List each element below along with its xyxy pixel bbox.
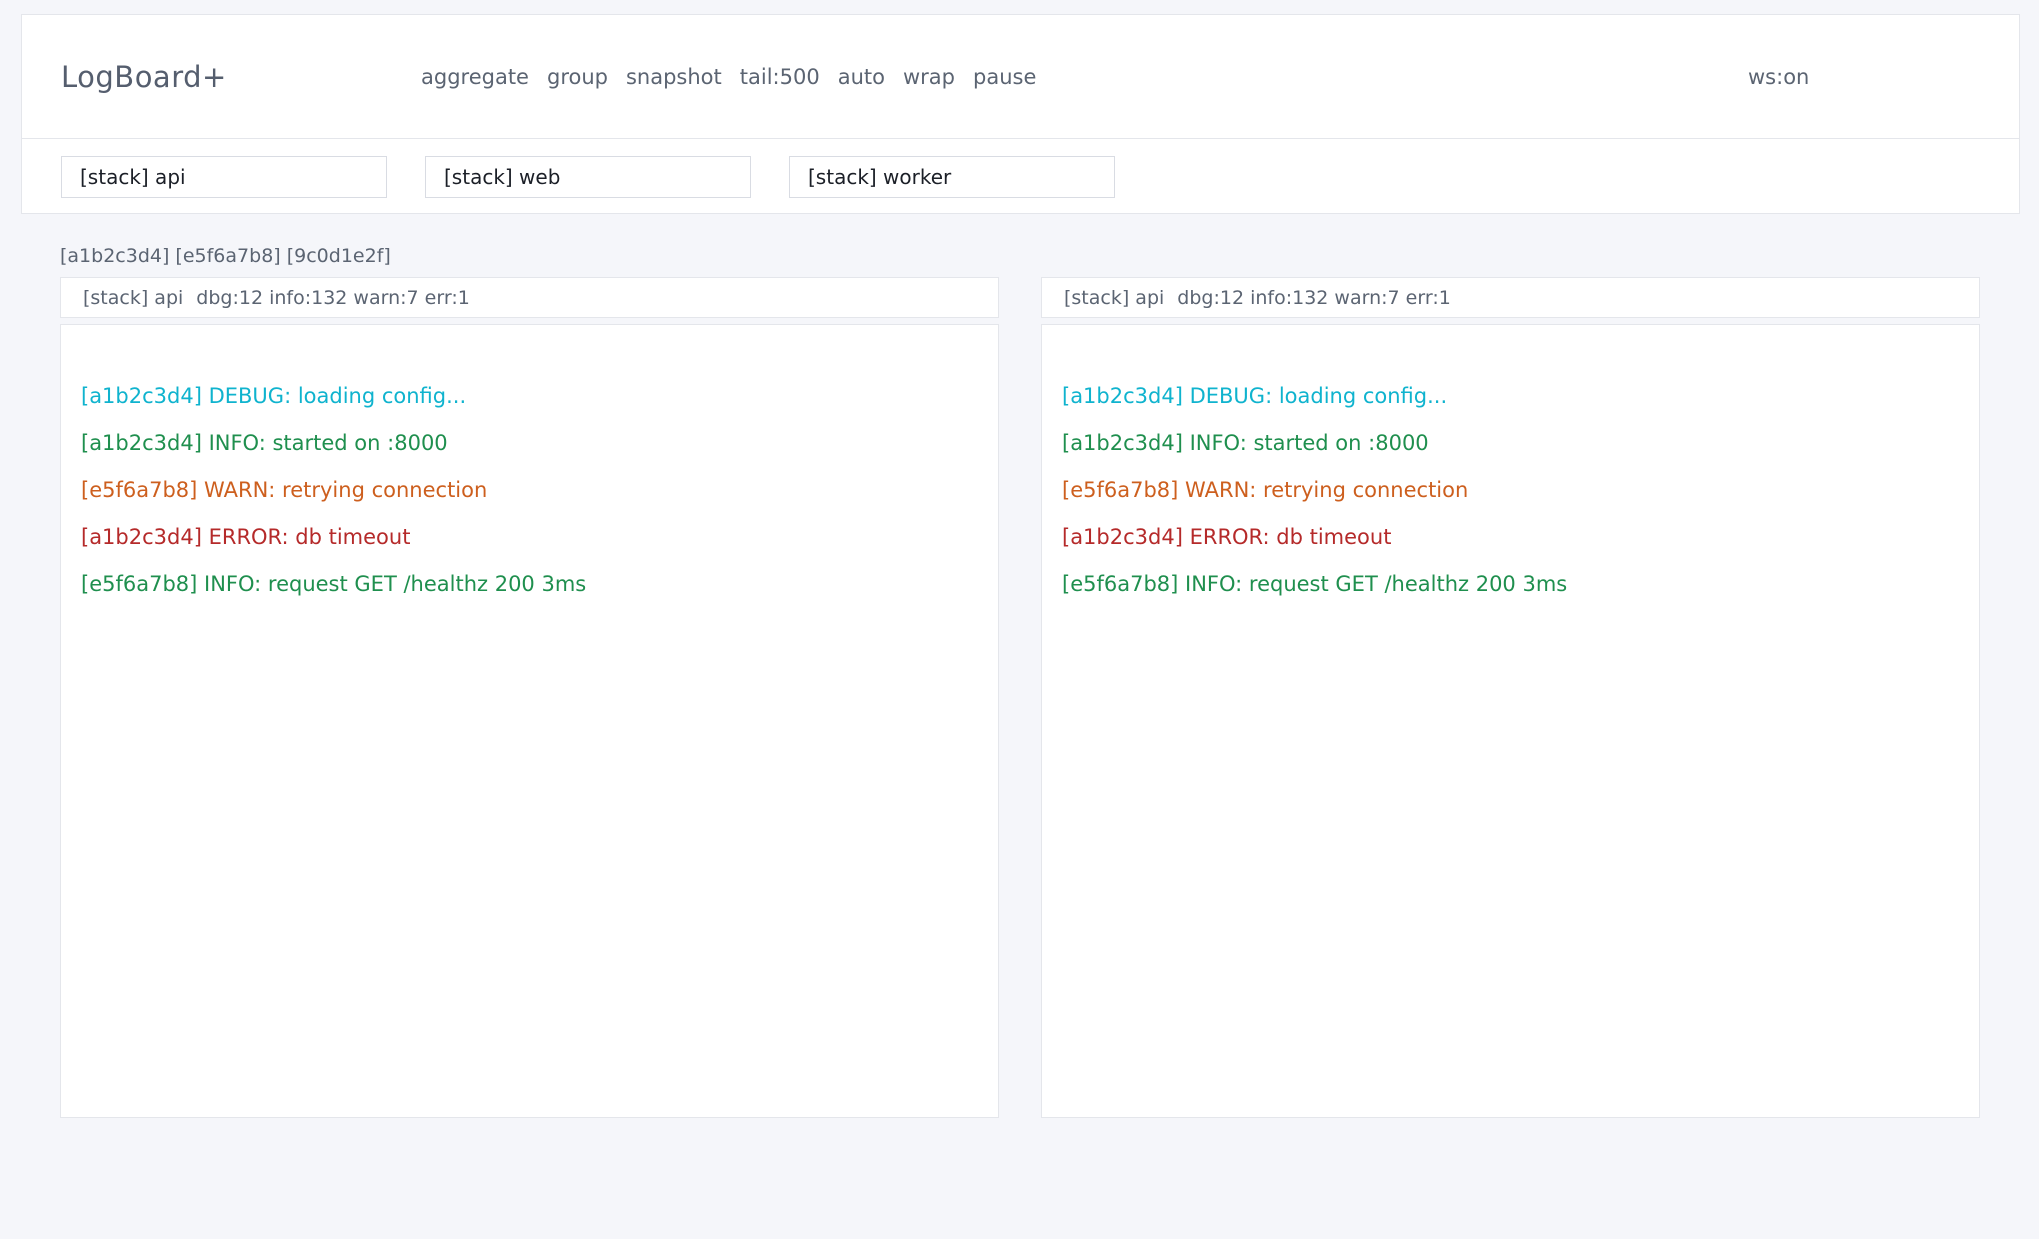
panel-header: [stack] api dbg:12 info:132 warn:7 err:1 — [60, 277, 999, 318]
toolbar-item-tail[interactable]: tail:500 — [740, 65, 820, 89]
log-line: [a1b2c3d4] INFO: started on :8000 — [1062, 420, 1959, 467]
panel-header: [stack] api dbg:12 info:132 warn:7 err:1 — [1041, 277, 1980, 318]
toolbar-item-group[interactable]: group — [547, 65, 608, 89]
log-line: [e5f6a7b8] WARN: retrying connection — [81, 467, 978, 514]
top-card: LogBoard+ aggregate group snapshot tail:… — [21, 14, 2020, 214]
toolbar-item-snapshot[interactable]: snapshot — [626, 65, 722, 89]
app-header: LogBoard+ aggregate group snapshot tail:… — [22, 15, 2019, 138]
filter-input-web[interactable] — [425, 156, 751, 198]
toolbar: aggregate group snapshot tail:500 auto w… — [421, 65, 1748, 89]
log-panel-right: [stack] api dbg:12 info:132 warn:7 err:1… — [1041, 277, 1980, 1118]
panel-level-counts: dbg:12 info:132 warn:7 err:1 — [196, 287, 470, 309]
log-panel-left: [stack] api dbg:12 info:132 warn:7 err:1… — [60, 277, 999, 1118]
toolbar-item-wrap[interactable]: wrap — [903, 65, 955, 89]
filter-input-api[interactable] — [61, 156, 387, 198]
log-line: [a1b2c3d4] ERROR: db timeout — [81, 514, 978, 561]
log-line: [e5f6a7b8] INFO: request GET /healthz 20… — [81, 561, 978, 608]
log-line: [a1b2c3d4] DEBUG: loading config... — [1062, 373, 1959, 420]
log-line: [e5f6a7b8] WARN: retrying connection — [1062, 467, 1959, 514]
toolbar-item-pause[interactable]: pause — [973, 65, 1036, 89]
panel-level-counts: dbg:12 info:132 warn:7 err:1 — [1177, 287, 1451, 309]
toolbar-item-auto[interactable]: auto — [838, 65, 885, 89]
log-stream[interactable]: [a1b2c3d4] DEBUG: loading config... [a1b… — [60, 324, 999, 1118]
log-line: [a1b2c3d4] INFO: started on :8000 — [81, 420, 978, 467]
log-line: [a1b2c3d4] DEBUG: loading config... — [81, 373, 978, 420]
toolbar-item-aggregate[interactable]: aggregate — [421, 65, 529, 89]
log-stream[interactable]: [a1b2c3d4] DEBUG: loading config... [a1b… — [1041, 324, 1980, 1118]
filter-input-worker[interactable] — [789, 156, 1115, 198]
app-title: LogBoard+ — [61, 60, 421, 94]
websocket-status-toggle[interactable]: ws:on — [1748, 65, 1980, 89]
log-line: [a1b2c3d4] ERROR: db timeout — [1062, 514, 1959, 561]
log-line: [e5f6a7b8] INFO: request GET /healthz 20… — [1062, 561, 1959, 608]
request-ids-line: [a1b2c3d4] [e5f6a7b8] [9c0d1e2f] — [60, 243, 1980, 269]
panel-source-label: [stack] api — [83, 287, 183, 309]
filter-row — [22, 138, 2019, 213]
panel-source-label: [stack] api — [1064, 287, 1164, 309]
log-panels: [stack] api dbg:12 info:132 warn:7 err:1… — [60, 277, 1980, 1118]
